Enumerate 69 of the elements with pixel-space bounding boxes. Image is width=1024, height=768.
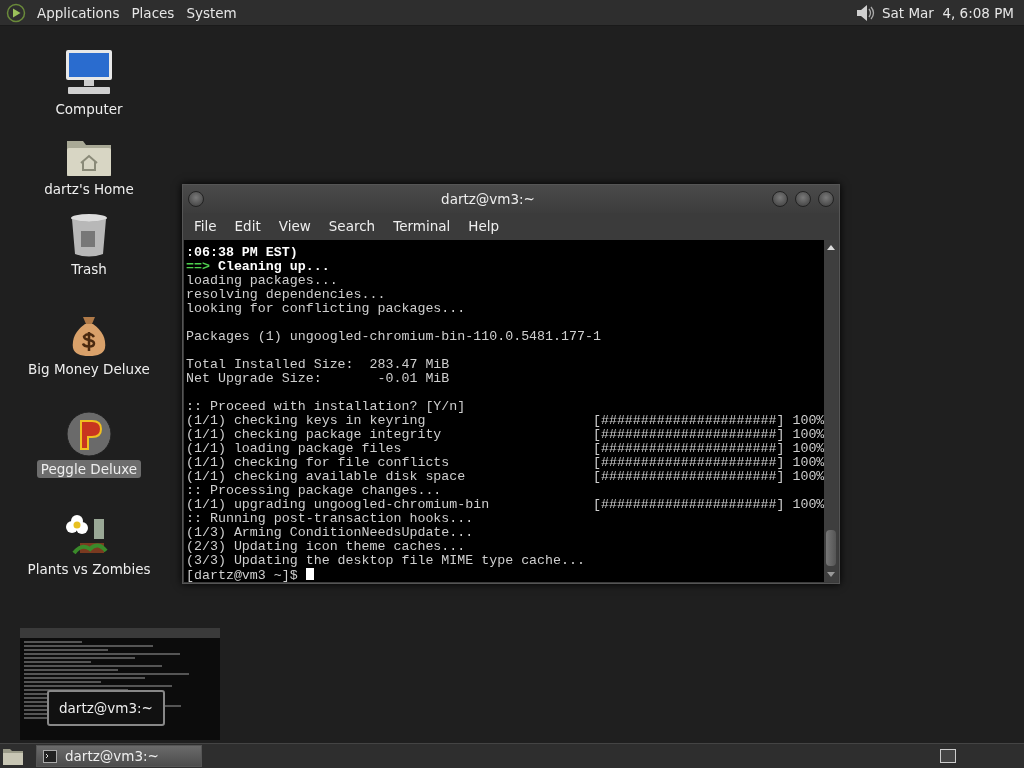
terminal-line: :: Processing package changes... xyxy=(186,483,442,498)
progress-percent: 100% xyxy=(792,427,824,442)
minimize-button[interactable] xyxy=(772,190,788,207)
terminal-line: (1/1) checking for file conflicts xyxy=(186,455,450,470)
show-desktop-icon[interactable] xyxy=(2,746,24,766)
progress-percent: 100% xyxy=(792,413,824,428)
terminal-line: Total Installed Size: 283.47 MiB xyxy=(186,357,450,372)
terminal-line: ==> Cleaning up... xyxy=(186,260,331,274)
trash-icon[interactable] xyxy=(69,213,109,257)
panel-menu[interactable]: Places xyxy=(128,4,178,21)
clock[interactable]: Sat Mar 4, 6:08 PM xyxy=(881,4,1014,21)
panel-menu[interactable]: System xyxy=(183,4,240,21)
terminal-line: (1/1) upgrading ungoogled-chromium-bin xyxy=(186,497,490,512)
terminal-line: loading packages... xyxy=(186,273,338,288)
desktop-icon-label[interactable]: Big Money Deluxe xyxy=(24,360,154,378)
menu-item[interactable]: Help xyxy=(461,218,507,235)
progress-bar-text: [######################] xyxy=(592,441,785,456)
scroll-up-arrow-icon[interactable] xyxy=(827,244,835,250)
scroll-down-arrow-icon[interactable] xyxy=(827,572,835,578)
scrollbar[interactable] xyxy=(824,240,838,582)
tooltip: dartz@vm3:~ xyxy=(47,690,165,726)
terminal-line: (1/1) checking available disk space xyxy=(186,469,466,484)
menu-item[interactable]: File xyxy=(187,218,224,235)
terminal-line: (1/1) checking keys in keyring xyxy=(186,413,426,428)
menu-item[interactable]: Terminal xyxy=(386,218,458,235)
terminal-line: (2/3) Updating icon theme caches... xyxy=(186,539,466,554)
terminal-line: (3/3) Updating the desktop file MIME type cache... xyxy=(186,553,585,568)
terminal-line: resolving dependencies... xyxy=(186,287,386,302)
play-logo-icon[interactable] xyxy=(6,2,26,23)
terminal-line: (1/3) Arming ConditionNeedsUpdate... xyxy=(186,525,474,540)
terminal-line: Net Upgrade Size: -0.01 MiB xyxy=(186,371,450,386)
terminal-line: :: Running post-transaction hooks... xyxy=(186,511,474,526)
workspace-switcher[interactable] xyxy=(940,749,956,763)
close-button[interactable] xyxy=(818,190,834,207)
desktop-icon-label[interactable]: Plants vs Zombies xyxy=(23,560,155,578)
terminal-line: :06:38 PM EST) xyxy=(186,245,298,260)
progress-bar-text: [######################] xyxy=(592,427,785,442)
desktop-icon-label[interactable]: Trash xyxy=(67,260,111,278)
progress-percent: 100% xyxy=(792,455,824,470)
terminal-line: :: Proceed with installation? [Y/n] xyxy=(186,399,466,414)
text-cursor xyxy=(305,568,314,580)
progress-bar-text: [######################] xyxy=(592,497,785,512)
scrollbar-thumb[interactable] xyxy=(826,530,836,566)
progress-bar-text: [######################] xyxy=(592,469,785,484)
progress-bar-text: [######################] xyxy=(592,455,785,470)
desktop-icon-label[interactable]: dartz's Home xyxy=(40,180,138,198)
computer-icon[interactable] xyxy=(64,49,114,97)
progress-percent: 100% xyxy=(792,441,824,456)
taskbar-button[interactable]: dartz@vm3:~ xyxy=(36,745,202,767)
panel-menu[interactable]: Applications xyxy=(34,4,123,21)
desktop-icon-label[interactable]: Computer xyxy=(51,100,127,118)
terminal-line: Packages (1) ungoogled-chromium-bin-110.0.5481.177-1 xyxy=(186,329,601,344)
shell-prompt: [dartz@vm3 ~]$ xyxy=(186,568,299,582)
window-title: dartz@vm3:~ xyxy=(440,190,536,207)
terminal-line: (1/1) loading package files xyxy=(186,441,402,456)
letter-ball-icon[interactable] xyxy=(66,411,112,457)
money-bag-icon[interactable] xyxy=(70,315,108,357)
terminal-icon xyxy=(43,749,57,763)
maximize-button[interactable] xyxy=(795,190,811,207)
window-menu-button[interactable] xyxy=(188,190,204,207)
desktop-icon-label[interactable]: Peggle Deluxe xyxy=(36,460,142,478)
terminal-line: (1/1) checking package integrity xyxy=(186,427,442,442)
terminal-line: looking for conflicting packages... xyxy=(186,301,466,316)
menu-item[interactable]: Search xyxy=(321,218,383,235)
menu-item[interactable]: Edit xyxy=(227,218,268,235)
progress-percent: 100% xyxy=(792,497,824,512)
menu-item[interactable]: View xyxy=(271,218,318,235)
progress-bar-text: [######################] xyxy=(592,413,785,428)
progress-percent: 100% xyxy=(792,469,824,484)
